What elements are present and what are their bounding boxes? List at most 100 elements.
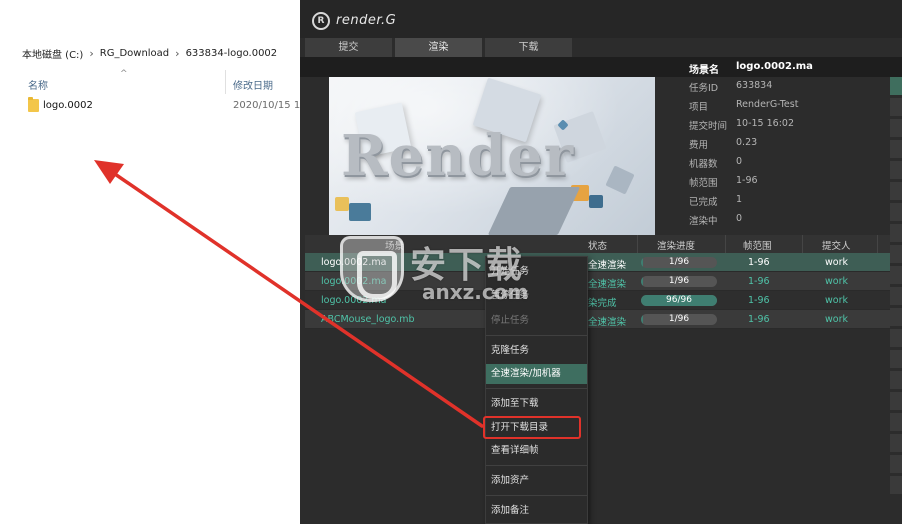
- menu-item-add-asset[interactable]: 添加资产: [486, 471, 587, 491]
- info-row: 帧范围 1-96: [689, 172, 899, 191]
- info-value: 633834: [736, 80, 773, 91]
- cell-status: 染完成: [588, 298, 617, 309]
- info-value: 1-96: [736, 175, 758, 186]
- menu-item-stop-task[interactable]: 停止任务: [486, 311, 587, 331]
- tab-submit[interactable]: 提交: [305, 38, 392, 57]
- info-value: 0.23: [736, 137, 758, 148]
- progress-bar: 1/96: [641, 314, 717, 325]
- menu-item-pause-task[interactable]: 暂停任务: [486, 286, 587, 306]
- info-key: 已完成: [689, 197, 718, 208]
- file-name: logo.0002: [43, 100, 93, 111]
- cell-scene: logo.0002.ma: [321, 295, 387, 306]
- menu-item-view-frames[interactable]: 查看详细帧: [486, 441, 587, 461]
- task-table: 场景 状态 渲染进度 帧范围 提交人 logo.0002.ma 全速渲染 1/9…: [305, 235, 890, 329]
- folder-icon: [28, 97, 39, 112]
- tab-render[interactable]: 渲染: [395, 38, 482, 57]
- info-row: 费用 0.23: [689, 134, 899, 153]
- info-value: 10-15 16:02: [736, 118, 795, 129]
- info-value: logo.0002.ma: [736, 61, 813, 72]
- progress-bar: 1/96: [641, 276, 717, 287]
- header-scene[interactable]: 场景: [385, 238, 404, 252]
- cell-frames: 1-96: [748, 295, 770, 306]
- header-frames[interactable]: 帧范围: [743, 238, 772, 252]
- info-key: 任务ID: [689, 83, 719, 94]
- menu-item-add-note[interactable]: 添加备注: [486, 501, 587, 521]
- progress-text: 96/96: [666, 295, 692, 305]
- menu-separator: [486, 388, 587, 389]
- column-name[interactable]: 名称: [28, 77, 48, 92]
- menu-item-start-task[interactable]: 开始任务: [486, 262, 587, 282]
- breadcrumb-subfolder[interactable]: 633834-logo.0002: [186, 48, 278, 59]
- render-preview-image: Render: [329, 77, 655, 235]
- cell-scene: logo.0002.ma: [321, 276, 387, 287]
- cell-frames: 1-96: [748, 276, 770, 287]
- cell-frames: 1-96: [748, 257, 770, 268]
- info-key: 帧范围: [689, 178, 718, 189]
- menu-separator: [486, 495, 587, 496]
- menu-item-add-to-download[interactable]: 添加至下载: [486, 394, 587, 414]
- info-row: 项目 RenderG-Test: [689, 96, 899, 115]
- progress-bar: 1/96: [641, 257, 717, 268]
- menu-item-full-speed[interactable]: 全速渲染/加机器: [486, 364, 587, 384]
- info-key: 费用: [689, 140, 709, 151]
- progress-text: 1/96: [668, 257, 690, 267]
- cell-scene: logo.0002.ma: [321, 257, 387, 268]
- column-date[interactable]: 修改日期: [233, 77, 273, 92]
- address-bar[interactable]: 本地磁盘 (C:) › RG_Download › 633834-logo.00…: [0, 40, 300, 66]
- menu-separator: [486, 465, 587, 466]
- table-row[interactable]: ABCMouse_logo.mb 全速渲染 1/96 1-96 work: [305, 310, 890, 329]
- header-status[interactable]: 状态: [588, 238, 607, 252]
- info-value: RenderG-Test: [736, 99, 799, 110]
- file-row[interactable]: logo.0002 2020/10/15 17: [0, 96, 307, 116]
- app-logo-text: render.G: [336, 13, 397, 28]
- logo-icon: R: [312, 12, 330, 30]
- breadcrumb-separator: ›: [89, 46, 94, 60]
- info-row: 场景名 logo.0002.ma: [689, 58, 899, 77]
- sort-up-icon: ^: [120, 69, 128, 79]
- info-key: 提交时间: [689, 121, 728, 132]
- column-divider: [225, 70, 226, 94]
- cell-status: 全速渲染: [588, 317, 627, 328]
- side-scroll-strip: [890, 77, 902, 524]
- cell-frames: 1-96: [748, 314, 770, 325]
- info-value: 0: [736, 213, 743, 224]
- render-client-window: R render.G 提交 渲染 下载 Render 场景名 logo.0002…: [300, 0, 902, 524]
- breadcrumb-folder[interactable]: RG_Download: [100, 48, 169, 59]
- render-preview-title: Render: [341, 123, 575, 189]
- file-explorer: 本地磁盘 (C:) › RG_Download › 633834-logo.00…: [0, 0, 307, 524]
- file-date: 2020/10/15 17: [233, 100, 307, 111]
- table-row[interactable]: logo.0002.ma 全速渲染 1/96 1-96 work: [305, 253, 890, 272]
- info-row: 机器数 0: [689, 153, 899, 172]
- table-row[interactable]: logo.0002.ma 全速渲染 1/96 1-96 work: [305, 272, 890, 291]
- main-tabs: 提交 渲染 下载: [305, 38, 572, 57]
- info-row: 提交时间 10-15 16:02: [689, 115, 899, 134]
- cell-submitter: work: [825, 295, 848, 306]
- cell-status: 全速渲染: [588, 279, 627, 290]
- cell-submitter: work: [825, 257, 848, 268]
- info-row: 已完成 1: [689, 191, 899, 210]
- info-row: 渲染中 0: [689, 210, 899, 229]
- cell-submitter: work: [825, 314, 848, 325]
- title-bar: R render.G: [300, 0, 902, 38]
- task-info-panel: 场景名 logo.0002.ma 任务ID 633834 项目 RenderG-…: [689, 58, 899, 229]
- info-value: 0: [736, 156, 743, 167]
- header-progress[interactable]: 渲染进度: [657, 238, 695, 252]
- info-value: 1: [736, 194, 743, 205]
- menu-item-clone-task[interactable]: 克隆任务: [486, 341, 587, 361]
- tab-download[interactable]: 下载: [485, 38, 572, 57]
- breadcrumb-drive[interactable]: 本地磁盘 (C:): [22, 46, 83, 61]
- progress-text: 1/96: [668, 314, 690, 324]
- info-key: 机器数: [689, 159, 718, 170]
- highlight-box: [483, 416, 581, 439]
- context-menu: 开始任务 暂停任务 停止任务 克隆任务 全速渲染/加机器 添加至下载 打开下载目…: [485, 256, 588, 524]
- info-row: 任务ID 633834: [689, 77, 899, 96]
- cell-status: 全速渲染: [588, 260, 627, 271]
- table-row[interactable]: logo.0002.ma 染完成 96/96 1-96 work: [305, 291, 890, 310]
- cell-scene: ABCMouse_logo.mb: [321, 314, 415, 325]
- progress-text: 1/96: [668, 276, 690, 286]
- info-key: 渲染中: [689, 216, 718, 227]
- info-key: 项目: [689, 102, 709, 113]
- info-key: 场景名: [689, 65, 719, 76]
- cell-submitter: work: [825, 276, 848, 287]
- header-submitter[interactable]: 提交人: [822, 238, 851, 252]
